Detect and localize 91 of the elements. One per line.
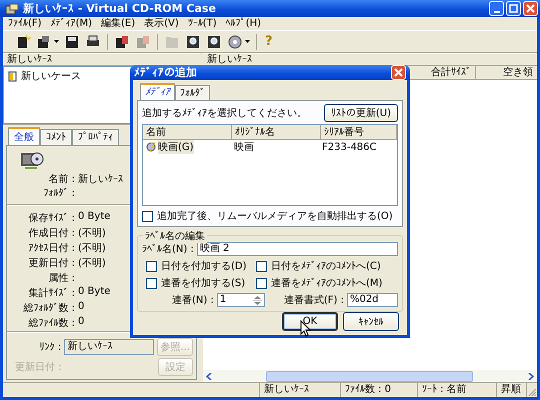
maximize-button[interactable] xyxy=(506,1,521,16)
media-list[interactable]: 名前 ｵﾘｼﾞﾅﾙ名 ｼﾘｱﾙ番号 映画(G) 映画 F233-486C xyxy=(142,124,398,206)
field-value: 新しいｹｰｽ xyxy=(78,172,123,186)
tab[interactable]: ﾌﾟﾛﾊﾟﾃｨ xyxy=(72,129,119,145)
document-icon xyxy=(36,34,52,50)
floppy-icon xyxy=(64,34,80,50)
close-button[interactable] xyxy=(523,1,538,16)
tab[interactable]: 全般 xyxy=(8,127,40,145)
document-icon xyxy=(114,34,130,50)
menu-item[interactable]: 編集(E) xyxy=(98,17,138,30)
field-value: (不明) xyxy=(78,257,106,270)
field-value: (不明) xyxy=(78,227,106,240)
checkbox-label: 日付を付加する(D) xyxy=(161,260,247,273)
field-label: 総ﾌｧｲﾙ数 : xyxy=(27,317,75,330)
case-icon xyxy=(8,70,18,82)
new-document-icon xyxy=(15,34,31,50)
tab[interactable]: ﾒﾃﾞｨｱ xyxy=(140,83,175,100)
checkbox[interactable] xyxy=(256,278,267,288)
disc-icon xyxy=(227,34,243,50)
number-field[interactable]: 1 xyxy=(216,293,265,307)
column-header[interactable]: 名前 xyxy=(143,125,232,139)
field-label: 更新日付 : xyxy=(14,360,62,374)
table-cell: F233-486C xyxy=(322,142,377,152)
checkbox-label: 日付をﾒﾃﾞｨｱのｺﾒﾝﾄへ(C) xyxy=(271,260,381,273)
dialog-title: ﾒﾃﾞｨｱの追加 xyxy=(134,65,198,80)
status-text: ﾌｧｲﾙ数 : 0 xyxy=(340,383,418,397)
field-label: 名前 : xyxy=(47,173,75,186)
table-cell-text: 映画 xyxy=(234,140,254,154)
field-label: ﾗﾍﾞﾙ名(N) : xyxy=(142,242,194,256)
scroll-left-icon xyxy=(206,372,213,380)
menu-item[interactable]: ﾂｰﾙ(T) xyxy=(184,17,220,30)
column-header[interactable]: ｼﾘｱﾙ番号 xyxy=(321,125,397,139)
spinner-icon xyxy=(252,294,262,306)
field-label: 集計ｻｲｽﾞ : xyxy=(27,286,75,300)
field-label: ﾘﾝｸ : xyxy=(38,341,62,353)
ok-button[interactable]: OK xyxy=(282,312,338,331)
tab[interactable]: ｺﾒﾝﾄ xyxy=(40,129,72,145)
field-value: 0 Byte xyxy=(78,211,110,224)
field-label: 連番書式(F) : xyxy=(284,294,344,307)
group-title: ﾗﾍﾞﾙ名の編集 xyxy=(143,229,207,243)
horizontal-scrollbar[interactable] xyxy=(203,370,537,382)
app-icon xyxy=(5,2,19,14)
tree-item[interactable]: 新しいケース xyxy=(21,69,81,83)
status-text: 昇順 xyxy=(496,383,528,397)
document-icon xyxy=(135,34,151,50)
minimize-button[interactable] xyxy=(489,1,504,16)
disc-icon xyxy=(146,142,156,152)
menu-item[interactable]: 表示(V) xyxy=(141,17,182,30)
magnifier-icon xyxy=(206,34,222,50)
format-field[interactable]: %02d xyxy=(346,293,398,307)
refresh-button[interactable]: ﾘｽﾄの更新(U) xyxy=(324,104,398,122)
checkbox-label: 追加完了後、リムーバルメディアを自動排出する(O) xyxy=(157,210,393,223)
field-label: 作成日付 : xyxy=(27,226,75,240)
checkbox[interactable] xyxy=(256,260,267,272)
tab[interactable]: ﾌｫﾙﾀﾞ xyxy=(175,85,210,100)
field-label: 属性 : xyxy=(47,272,75,285)
scroll-right-icon xyxy=(527,372,534,380)
column-header[interactable]: 空き領 xyxy=(476,66,537,79)
status-text: 新しいｹｰｽ xyxy=(260,383,341,397)
link-field[interactable]: 新しいｹｰｽ xyxy=(64,339,154,355)
field-value: 0 Byte xyxy=(78,286,110,299)
status-text: ｿｰﾄ : 名前 xyxy=(418,383,497,397)
caret-icon xyxy=(245,40,250,43)
menu-item[interactable]: ﾌｧｲﾙ(F) xyxy=(5,17,45,30)
instruction-text: 追加するﾒﾃﾞｨｱを選択してください。 xyxy=(142,106,307,120)
magnifier-icon xyxy=(185,34,201,50)
field-label: 連番(N) : xyxy=(172,294,214,307)
checkbox-label: 連番を付加する(S) xyxy=(161,276,246,290)
menu-item[interactable]: ﾍﾙﾌﾟ(H) xyxy=(222,17,264,30)
field-label: ｱｸｾｽ日付 : xyxy=(27,242,75,255)
column-header[interactable]: ｵﾘｼﾞﾅﾙ名 xyxy=(232,125,321,139)
field-label: 保存ｻｲｽﾞ : xyxy=(27,212,75,225)
resize-grip-icon xyxy=(527,387,537,397)
field-value: (不明) xyxy=(78,242,106,255)
field-label: 総ﾌｫﾙﾀﾞ数 : xyxy=(22,302,75,315)
label-name-field[interactable]: 映画 2 xyxy=(196,242,398,256)
window-title: 新しいｹｰｽ - Virtual CD-ROM Case xyxy=(23,1,217,16)
cancel-button[interactable]: ｷｬﾝｾﾙ xyxy=(343,312,399,331)
checkbox[interactable] xyxy=(146,278,157,288)
field-value: 0 xyxy=(78,301,84,314)
close-button[interactable] xyxy=(391,65,406,80)
caret-icon xyxy=(54,40,59,43)
checkbox[interactable] xyxy=(142,210,153,222)
menu-item[interactable]: ﾒﾃﾞｨｱ(M) xyxy=(48,17,95,30)
field-label: 更新日付 : xyxy=(27,256,75,270)
field-label: ﾌｫﾙﾀﾞ : xyxy=(42,187,75,199)
minimize-icon xyxy=(494,10,500,12)
field-value: 0 xyxy=(78,316,84,329)
checkbox-label: 連番をﾒﾃﾞｨｱのｺﾒﾝﾄへ(M) xyxy=(271,276,382,290)
checkbox[interactable] xyxy=(146,260,157,272)
list-item[interactable]: 映画(G) xyxy=(158,140,194,154)
